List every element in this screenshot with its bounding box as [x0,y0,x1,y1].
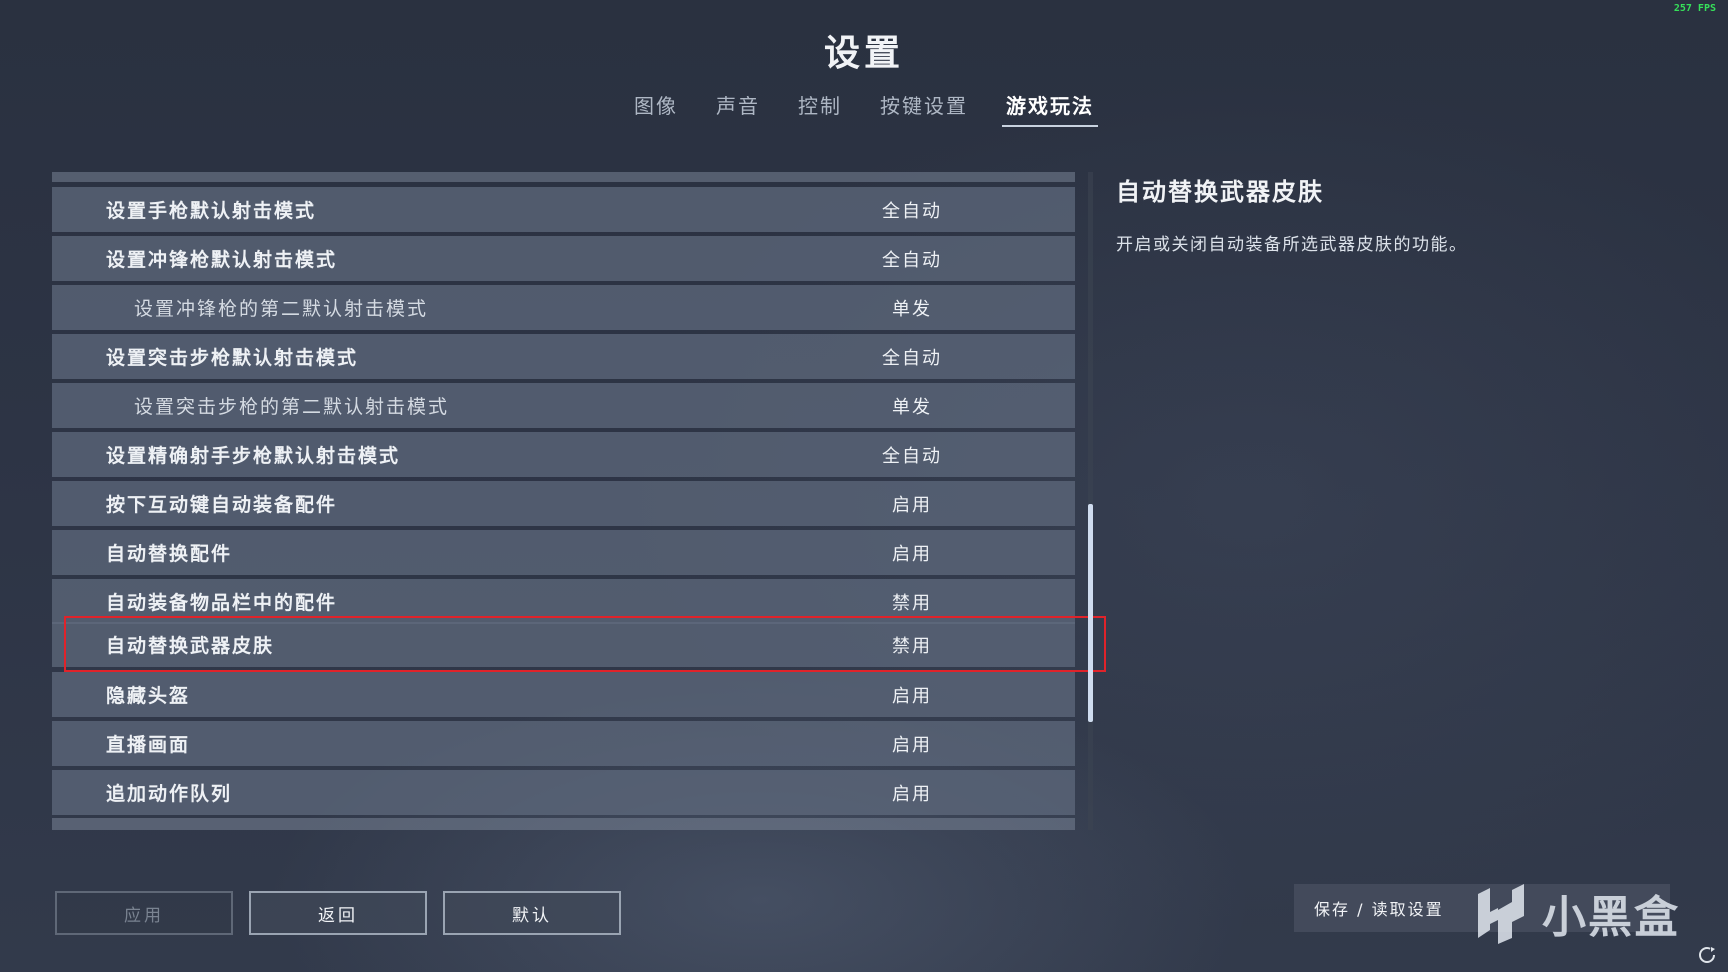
setting-row-smg-second-fire-mode[interactable]: 设置冲锋枪的第二默认射击模式 单发 [52,285,1075,330]
tab-keybindings[interactable]: 按键设置 [876,88,972,127]
setting-row-ar-second-fire-mode[interactable]: 设置突击步枪的第二默认射击模式 单发 [52,383,1075,428]
tab-gameplay[interactable]: 游戏玩法 [1002,88,1098,127]
setting-value[interactable]: 启用 [832,540,992,566]
setting-label: 按下互动键自动装备配件 [106,494,338,516]
setting-row-ar-fire-mode[interactable]: 设置突击步枪默认射击模式 全自动 [52,334,1075,379]
save-load-label: 保存 / 读取设置 [1314,900,1444,919]
watermark-text: 小黑盒 [1542,892,1680,943]
list-row-partial-bottom [52,818,1075,830]
setting-row-interact-equip-attachments[interactable]: 按下互动键自动装备配件 启用 [52,481,1075,526]
setting-value[interactable]: 单发 [832,295,992,321]
setting-row-dmr-fire-mode[interactable]: 设置精确射手步枪默认射击模式 全自动 [52,432,1075,477]
setting-value[interactable]: 全自动 [832,344,992,370]
refresh-icon[interactable] [1696,944,1718,966]
setting-row-streamer-mode[interactable]: 直播画面 启用 [52,721,1075,766]
setting-value[interactable]: 启用 [832,780,992,806]
setting-label: 自动装备物品栏中的配件 [106,592,338,614]
setting-label: 自动替换配件 [106,543,233,565]
setting-value[interactable]: 全自动 [832,246,992,272]
apply-button[interactable]: 应用 [55,891,233,935]
setting-label: 直播画面 [106,734,191,756]
detail-title: 自动替换武器皮肤 [1116,178,1324,206]
watermark: 小黑盒 [1468,878,1680,948]
scrollbar-thumb[interactable] [1088,504,1093,722]
setting-value[interactable]: 单发 [832,393,992,419]
setting-value[interactable]: 启用 [832,682,992,708]
back-button[interactable]: 返回 [249,891,427,935]
setting-label: 设置突击步枪默认射击模式 [106,347,359,369]
scrollbar-track[interactable] [1088,172,1093,830]
selected-row-highlight [64,616,1106,672]
setting-value[interactable]: 全自动 [832,197,992,223]
default-button[interactable]: 默认 [443,891,621,935]
setting-row-action-queue[interactable]: 追加动作队列 启用 [52,770,1075,815]
setting-row-smg-fire-mode[interactable]: 设置冲锋枪默认射击模式 全自动 [52,236,1075,281]
setting-row-hide-helmet[interactable]: 隐藏头盔 启用 [52,672,1075,717]
setting-value[interactable]: 禁用 [832,589,992,615]
setting-label: 追加动作队列 [106,783,233,805]
watermark-logo-icon [1478,884,1524,944]
tab-controls[interactable]: 控制 [794,88,846,127]
setting-value[interactable]: 启用 [832,491,992,517]
fps-counter: 257 FPS [1673,3,1716,14]
setting-row-auto-replace-attachments[interactable]: 自动替换配件 启用 [52,530,1075,575]
detail-description: 开启或关闭自动装备所选武器皮肤的功能。 [1116,235,1468,255]
setting-value[interactable]: 全自动 [832,442,992,468]
setting-value[interactable]: 启用 [832,731,992,757]
settings-tabs: 图像 声音 控制 按键设置 游戏玩法 [0,88,1728,127]
page-title: 设置 [823,33,904,74]
setting-label: 设置精确射手步枪默认射击模式 [106,445,401,467]
setting-label: 设置冲锋枪的第二默认射击模式 [134,298,429,320]
setting-label: 隐藏头盔 [106,685,191,707]
setting-label: 设置突击步枪的第二默认射击模式 [134,396,450,418]
tab-audio[interactable]: 声音 [712,88,764,127]
list-row-partial-top [52,172,1075,182]
setting-label: 设置冲锋枪默认射击模式 [106,249,338,271]
setting-row-pistol-fire-mode[interactable]: 设置手枪默认射击模式 全自动 [52,187,1075,232]
setting-label: 设置手枪默认射击模式 [106,200,317,222]
tab-graphics[interactable]: 图像 [630,88,682,127]
